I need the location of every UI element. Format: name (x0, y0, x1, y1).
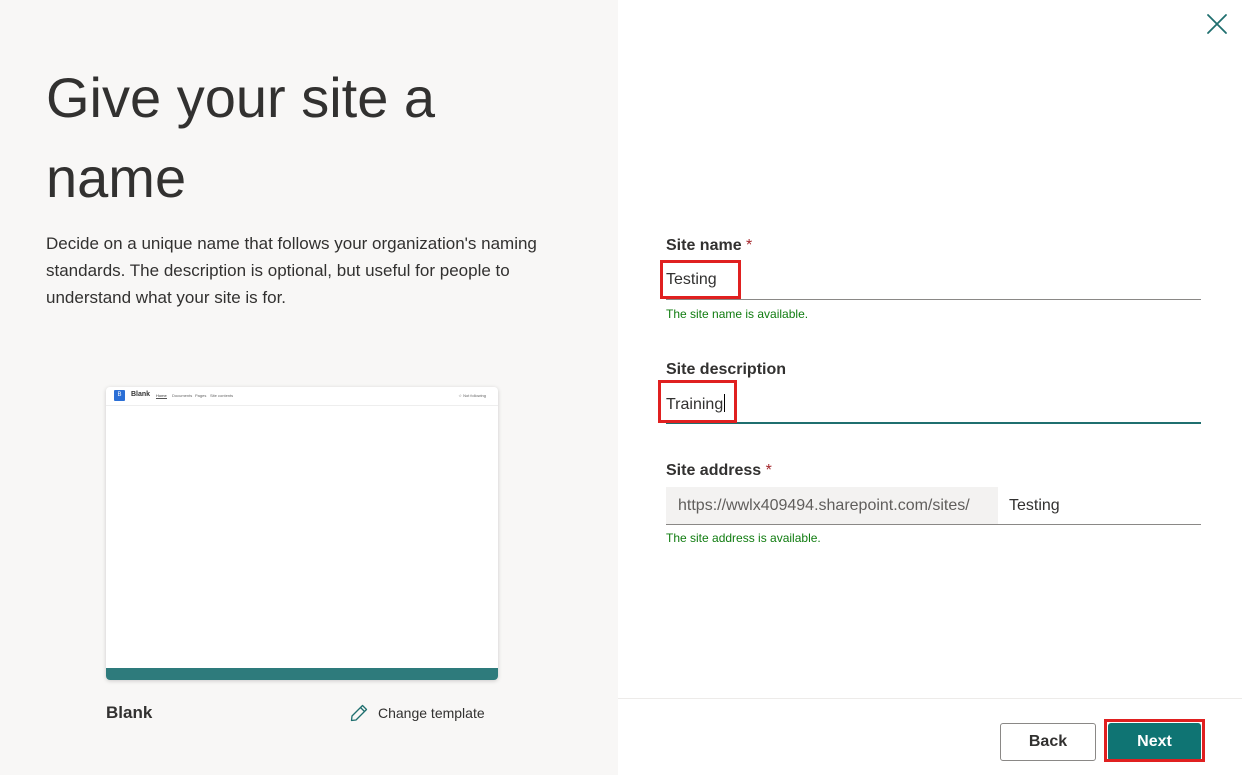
change-template-link[interactable]: Change template (349, 702, 485, 724)
site-description-label: Site description (666, 361, 786, 379)
site-address-value: Testing (1009, 497, 1060, 514)
site-name-input[interactable]: Testing (666, 263, 1201, 300)
next-button[interactable]: Next (1108, 723, 1201, 761)
site-address-status: The site address is available. (666, 531, 821, 545)
template-name: Blank (106, 703, 153, 722)
required-mark: * (765, 462, 772, 479)
site-description-value: Training (666, 396, 724, 413)
site-address-label: Site address * (666, 462, 772, 480)
close-icon (1207, 14, 1227, 34)
preview-site-logo: B (114, 390, 125, 401)
page-title: Give your site a name (46, 66, 436, 209)
preview-follow-status: ☆ Not following (458, 393, 486, 398)
site-name-status: The site name is available. (666, 307, 809, 321)
site-address-field[interactable]: https://wwlx409494.sharepoint.com/sites/… (666, 487, 1201, 525)
preview-nav-item: Site contents (210, 393, 234, 398)
required-mark: * (746, 237, 753, 254)
left-panel: Give your site a name Decide on a unique… (0, 0, 618, 775)
site-name-value: Testing (666, 271, 717, 288)
template-preview: B Blank Home Documents Pages Site conten… (106, 387, 498, 680)
site-description-value-wrap: Training (666, 394, 726, 414)
preview-header: B Blank Home Documents Pages Site conten… (106, 387, 498, 406)
site-description-input[interactable]: Training (666, 386, 1201, 424)
text-caret (724, 394, 726, 412)
page-description: Decide on a unique name that follows you… (46, 234, 537, 307)
close-button[interactable] (1203, 10, 1231, 38)
site-name-label: Site name * (666, 237, 752, 255)
site-name-label-text: Site name (666, 237, 742, 254)
footer-divider (618, 698, 1242, 699)
back-button[interactable]: Back (1000, 723, 1096, 761)
preview-nav-item: Documents (172, 393, 193, 398)
site-address-prefix: https://wwlx409494.sharepoint.com/sites/ (666, 487, 998, 524)
change-template-label: Change template (378, 705, 485, 721)
preview-nav-item: Home (156, 393, 167, 399)
preview-nav-item: Pages (195, 393, 207, 398)
site-address-label-text: Site address (666, 462, 762, 479)
preview-footer-bar (106, 668, 498, 680)
site-description-label-text: Site description (666, 361, 787, 378)
preview-site-title: Blank (131, 391, 151, 398)
pencil-icon (350, 704, 368, 722)
